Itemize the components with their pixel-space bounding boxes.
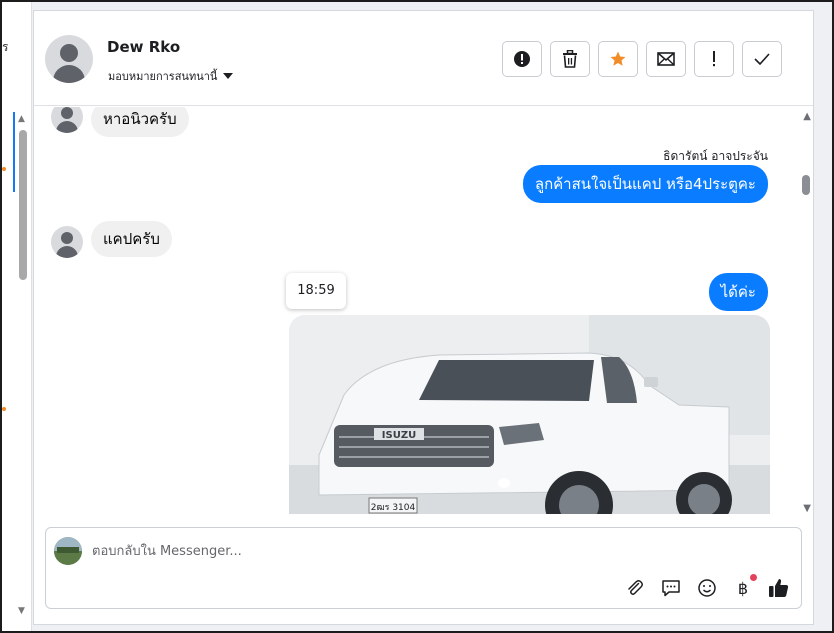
thread-scrollbar-thumb[interactable]: [802, 175, 810, 195]
avatar-head: [61, 232, 73, 244]
caret-down-icon: [223, 73, 234, 79]
notification-dot: [750, 574, 757, 581]
conversation-header: Dew Rko มอบหมายการสนทนานี้: [34, 11, 813, 106]
pickup-truck-photo: ISUZU 2ฒร 3104: [289, 315, 770, 514]
smiley-icon: [698, 579, 716, 597]
alert-circle-icon: [514, 51, 530, 67]
emoji-button[interactable]: [695, 576, 719, 600]
avatar-head: [60, 44, 78, 62]
avatar-body: [56, 246, 78, 258]
vehicle-brand-text: ISUZU: [382, 430, 416, 441]
app-frame: ร ▲ ▼ Dew Rko มอบหมายการสนทนานี้ หาอนิวค…: [0, 0, 834, 633]
thumbs-up-icon: [769, 579, 789, 597]
license-plate-text: 2ฒร 3104: [371, 503, 416, 513]
star-icon: [610, 51, 626, 66]
vehicle-photo-attachment[interactable]: ISUZU 2ฒร 3104: [289, 315, 770, 514]
paperclip-icon: [628, 580, 643, 595]
unread-dot: [2, 407, 6, 411]
star-button[interactable]: [598, 41, 638, 77]
trash-icon: [563, 50, 577, 68]
exclamation-icon: [713, 51, 715, 67]
unread-dot: [2, 167, 6, 171]
assign-label: มอบหมายการสนทนานี้: [108, 70, 218, 83]
send-like-button[interactable]: [767, 576, 791, 600]
svg-text:฿: ฿: [738, 579, 748, 598]
truncated-list-text: ร: [2, 40, 9, 54]
list-scrollbar-thumb[interactable]: [19, 130, 27, 280]
contact-avatar-small: [51, 107, 83, 133]
message-thread: หาอนิวครับ ธิดารัตน์ อาจประจัน ลูกค้าสนใ…: [34, 107, 813, 514]
conversation-actions: [502, 41, 782, 77]
composer-tools: ฿: [623, 574, 791, 600]
thread-scroll-down-icon[interactable]: ▼: [803, 503, 811, 514]
avatar-body: [56, 121, 78, 133]
baht-icon: ฿: [738, 579, 748, 598]
envelope-icon: [657, 52, 675, 66]
mark-done-button[interactable]: [742, 41, 782, 77]
conversation-panel: Dew Rko มอบหมายการสนทนานี้ หาอนิวครับ ธิ…: [33, 10, 814, 625]
reply-composer: ฿: [45, 527, 802, 609]
mark-unread-button[interactable]: [646, 41, 686, 77]
saved-replies-button[interactable]: [659, 576, 683, 600]
mark-spam-button[interactable]: [502, 41, 542, 77]
contact-name[interactable]: Dew Rko: [107, 38, 180, 56]
timestamp-tooltip: 18:59: [286, 273, 346, 309]
page-avatar: [54, 537, 82, 565]
attach-file-button[interactable]: [623, 576, 647, 600]
contact-avatar[interactable]: [45, 35, 93, 83]
page-avatar-image: [54, 537, 82, 565]
follow-up-button[interactable]: [694, 41, 734, 77]
check-icon: [754, 53, 770, 65]
delete-button[interactable]: [550, 41, 590, 77]
reply-input[interactable]: [92, 540, 752, 562]
scroll-up-arrow-icon[interactable]: ▲: [18, 114, 25, 124]
selected-conversation-indicator: [13, 112, 15, 192]
incoming-message[interactable]: หาอนิวครับ: [91, 107, 189, 137]
assign-conversation-dropdown[interactable]: มอบหมายการสนทนานี้: [108, 67, 234, 85]
sender-name: ธิดารัตน์ อาจประจัน: [663, 149, 768, 163]
outgoing-message[interactable]: ลูกค้าสนใจเป็นแคป หรือ4ประตูคะ: [522, 165, 768, 203]
avatar-head: [61, 107, 73, 119]
request-payment-button[interactable]: ฿: [731, 574, 757, 600]
scroll-down-arrow-icon[interactable]: ▼: [18, 606, 25, 616]
conversation-list-strip: ร ▲ ▼: [2, 2, 32, 631]
thread-scroll-up-icon[interactable]: ▲: [803, 111, 811, 122]
incoming-message[interactable]: แคปครับ: [91, 221, 172, 257]
avatar-body: [53, 65, 85, 83]
outgoing-message[interactable]: ได้ค่ะ: [708, 273, 768, 311]
contact-avatar-small: [51, 226, 83, 258]
chat-bubble-icon: [662, 580, 680, 597]
